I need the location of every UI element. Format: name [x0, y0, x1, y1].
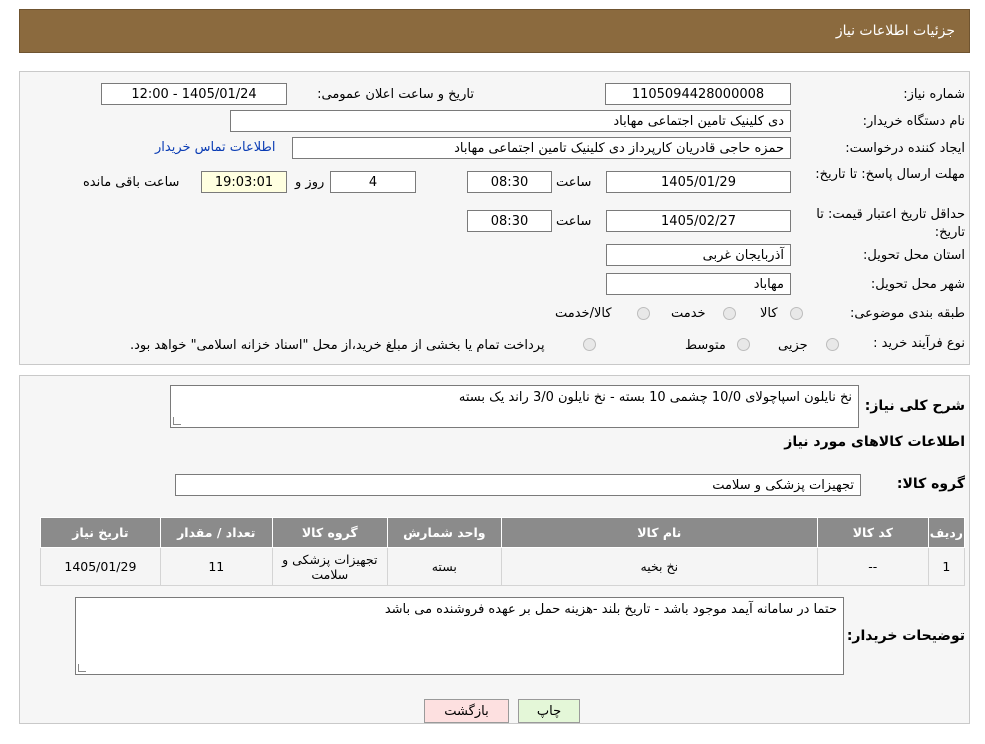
- resize-grip-icon[interactable]: [173, 417, 181, 425]
- province-field: آذربایجان غربی: [606, 244, 791, 266]
- province-label: استان محل تحویل:: [863, 248, 965, 263]
- category-option-goods-service: کالا/خدمت: [555, 306, 612, 321]
- process-option-medium: متوسط: [685, 338, 726, 353]
- process-label: نوع فرآیند خرید :: [873, 336, 965, 351]
- items-table-wrapper: ردیف کد کالا نام کالا واحد شمارش گروه کا…: [40, 517, 966, 586]
- col-qty: تعداد / مقدار: [159, 517, 273, 548]
- category-label: طبقه بندی موضوعی:: [849, 306, 965, 321]
- need-number-label: شماره نیاز:: [903, 87, 965, 102]
- category-option-goods: کالا: [760, 306, 778, 321]
- col-name: نام کالا: [500, 517, 818, 548]
- cell-date: 1405/01/29: [40, 547, 161, 586]
- process-note: پرداخت تمام یا بخشی از مبلغ خرید،از محل …: [130, 338, 545, 353]
- back-button[interactable]: بازگشت: [424, 699, 509, 723]
- city-label: شهر محل تحویل:: [870, 277, 965, 292]
- description-text: نخ نایلون اسپاچولای 10/0 چشمی 10 بسته - …: [458, 390, 852, 405]
- process-option-minor: جزیی: [778, 338, 808, 353]
- description-textarea[interactable]: نخ نایلون اسپاچولای 10/0 چشمی 10 بسته - …: [170, 385, 859, 428]
- validity-date-field: 1405/02/27: [606, 210, 791, 232]
- col-unit: واحد شمارش: [386, 517, 502, 548]
- buyer-org-field: دی کلینیک تامین اجتماعی مهاباد: [230, 110, 791, 132]
- goods-group-field: تجهیزات پزشکی و سلامت: [175, 474, 861, 496]
- deadline-time-label: ساعت: [556, 175, 592, 190]
- announce-field: 1405/01/24 - 12:00: [101, 83, 287, 105]
- remaining-time-label: ساعت باقی مانده: [83, 175, 180, 190]
- cell-code: --: [816, 547, 929, 586]
- remaining-time-field: 19:03:01: [201, 171, 287, 193]
- city-field: مهاباد: [606, 273, 791, 295]
- category-radio-goods-service[interactable]: [637, 307, 650, 320]
- table-row: 1 -- نخ بخیه بسته تجهیزات پزشکی و سلامت …: [40, 547, 966, 586]
- goods-group-label: گروه کالا:: [896, 476, 965, 492]
- process-radio-minor[interactable]: [826, 338, 839, 351]
- col-code: کد کالا: [816, 517, 929, 548]
- validity-time-label: ساعت: [556, 214, 592, 229]
- buyer-notes-textarea[interactable]: حتما در سامانه آیمد موجود باشد - تاریخ ب…: [75, 597, 844, 675]
- process-radio-medium[interactable]: [737, 338, 750, 351]
- creator-label: ایجاد کننده درخواست:: [845, 141, 965, 156]
- buyer-notes-text: حتما در سامانه آیمد موجود باشد - تاریخ ب…: [384, 602, 837, 617]
- buyer-org-label: نام دستگاه خریدار:: [862, 114, 965, 129]
- cell-name: نخ بخیه: [500, 547, 818, 586]
- goods-info-title: اطلاعات کالاهای مورد نیاز: [784, 434, 965, 450]
- col-group: گروه کالا: [271, 517, 388, 548]
- print-button[interactable]: چاپ: [518, 699, 580, 723]
- buyer-notes-label: توضیحات خریدار:: [846, 628, 965, 644]
- description-label: شرح کلی نیاز:: [864, 398, 965, 414]
- page-header: جزئیات اطلاعات نیاز: [19, 9, 970, 53]
- category-radio-service[interactable]: [723, 307, 736, 320]
- buyer-contact-link[interactable]: اطلاعات تماس خریدار: [155, 140, 275, 155]
- table-header-row: ردیف کد کالا نام کالا واحد شمارش گروه کا…: [40, 517, 966, 548]
- page-title: جزئیات اطلاعات نیاز: [835, 23, 955, 39]
- cell-unit: بسته: [386, 547, 502, 586]
- validity-time-field: 08:30: [467, 210, 552, 232]
- col-date: تاریخ نیاز: [40, 517, 161, 548]
- validity-label: حداقل تاریخ اعتبار قیمت: تا تاریخ:: [816, 207, 965, 240]
- category-option-service: خدمت: [671, 306, 706, 321]
- col-row: ردیف: [927, 517, 966, 548]
- creator-field: حمزه حاجی قادریان کارپرداز دی کلینیک تام…: [292, 137, 791, 159]
- days-label: روز و: [295, 175, 325, 190]
- cell-qty: 11: [159, 547, 273, 586]
- process-radio-treasury[interactable]: [583, 338, 596, 351]
- deadline-time-field: 08:30: [467, 171, 552, 193]
- days-field: 4: [330, 171, 416, 193]
- announce-label: تاریخ و ساعت اعلان عمومی:: [317, 87, 474, 102]
- category-radio-goods[interactable]: [790, 307, 803, 320]
- deadline-date-field: 1405/01/29: [606, 171, 791, 193]
- deadline-label: مهلت ارسال پاسخ: تا تاریخ:: [815, 167, 965, 182]
- need-number-field: 1105094428000008: [605, 83, 791, 105]
- items-table: ردیف کد کالا نام کالا واحد شمارش گروه کا…: [40, 517, 966, 586]
- cell-group: تجهیزات پزشکی و سلامت: [271, 547, 388, 586]
- cell-row: 1: [927, 547, 966, 586]
- resize-grip-icon[interactable]: [78, 664, 86, 672]
